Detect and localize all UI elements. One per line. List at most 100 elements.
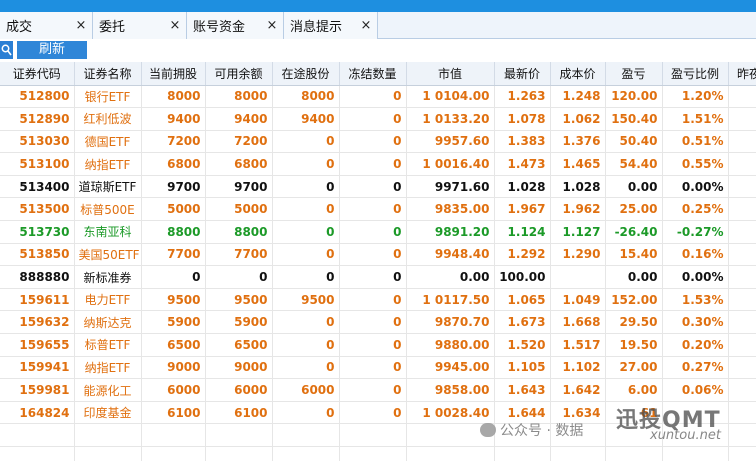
table-row[interactable]: 159655 标普ETF 6500 6500 0 0 9880.00 1.520 1.517 19… <box>0 333 756 357</box>
table-row[interactable]: 164824 印度基金 6100 6100 0 0 1 0028.40 1.644 1.634 6… <box>0 401 756 425</box>
column-header[interactable]: 证券代码 <box>0 62 75 86</box>
security-name-cell: 新标准券 <box>74 265 142 289</box>
prev-cell <box>728 152 756 176</box>
pnl-cell: 25.00 <box>605 197 663 222</box>
search-icon[interactable] <box>0 41 13 59</box>
frozen-cell: 0 <box>339 378 407 402</box>
empty-cell <box>605 423 663 447</box>
table-row[interactable]: 513400 道琼斯ETF 9700 9700 0 0 9971.60 1.028 1.028 0… <box>0 175 756 199</box>
tab-messages[interactable]: 消息提示 × <box>284 12 378 39</box>
pnl-ratio-cell: 0.27% <box>662 356 729 380</box>
column-header[interactable]: 昨夜 <box>728 62 756 86</box>
tab-trades[interactable]: 成交 × <box>0 12 93 39</box>
empty-cell <box>141 446 206 461</box>
tab-orders[interactable]: 委托 × <box>93 12 187 39</box>
table-row[interactable]: 159632 纳斯达克 5900 5900 0 0 9870.70 1.673 1.668 29.… <box>0 310 756 335</box>
available-cell: 5000 <box>205 197 273 222</box>
security-code-cell: 513730 <box>0 220 75 244</box>
table-row[interactable]: 513730 东南亚科 8800 8800 0 0 9891.20 1.124 1.127 -26… <box>0 220 756 244</box>
frozen-cell: 0 <box>339 152 407 176</box>
market-value-cell: 1 0016.40 <box>406 152 495 176</box>
column-header[interactable]: 冻结数量 <box>339 62 407 86</box>
pnl-cell: 54.40 <box>605 152 663 176</box>
close-icon[interactable]: × <box>74 18 88 33</box>
toolbar: 刷新 <box>0 40 756 61</box>
column-header[interactable]: 成本价 <box>550 62 606 86</box>
market-value-cell: 9880.00 <box>406 333 495 357</box>
table-row[interactable]: 513850 美国50ETF 7700 7700 0 0 9948.40 1.292 1.290… <box>0 243 756 267</box>
security-name-cell: 银行ETF <box>74 85 142 109</box>
tab-label: 账号资金 <box>193 20 246 35</box>
table-row[interactable]: 512890 红利低波 9400 9400 9400 0 1 0133.20 1.078 1.0… <box>0 107 756 131</box>
security-code-cell: 159941 <box>0 356 75 380</box>
table-row[interactable]: 513100 纳指ETF 6800 6800 0 0 1 0016.40 1.473 1.465… <box>0 152 756 176</box>
refresh-button[interactable]: 刷新 <box>17 41 87 59</box>
pnl-cell: 6.00 <box>605 378 663 402</box>
available-cell: 7200 <box>205 130 273 154</box>
table-row[interactable]: 513500 标普500E 5000 5000 0 0 9835.00 1.967 1.962 2… <box>0 197 756 222</box>
column-header[interactable]: 市值 <box>406 62 495 86</box>
pnl-cell: 61 <box>605 401 663 425</box>
table-row[interactable]: 159981 能源化工 6000 6000 6000 0 9858.00 1.643 1.642… <box>0 378 756 402</box>
table-row[interactable]: 888880 新标准券 0 0 0 0 0.00 100.00 0.00 0.00% <box>0 265 756 289</box>
in-transit-cell: 9400 <box>272 107 340 131</box>
market-value-cell: 9858.00 <box>406 378 495 402</box>
empty-row <box>0 423 756 447</box>
available-cell: 9700 <box>205 175 273 199</box>
empty-cell <box>339 423 407 447</box>
column-header[interactable]: 最新价 <box>494 62 551 86</box>
column-header[interactable]: 盈亏比例 <box>662 62 729 86</box>
table-row[interactable]: 159941 纳指ETF 9000 9000 0 0 9945.00 1.105 1.102 27… <box>0 356 756 380</box>
close-icon[interactable]: × <box>168 18 182 33</box>
last-price-cell: 1.065 <box>494 288 551 312</box>
holding-cell: 6100 <box>141 401 206 425</box>
frozen-cell: 0 <box>339 85 407 109</box>
in-transit-cell: 0 <box>272 265 340 289</box>
close-icon[interactable]: × <box>359 18 373 33</box>
pnl-ratio-cell: 0.51% <box>662 130 729 154</box>
pnl-ratio-cell: 0.06% <box>662 378 729 402</box>
in-transit-cell: 0 <box>272 220 340 244</box>
security-name-cell: 标普ETF <box>74 333 142 357</box>
security-code-cell: 513100 <box>0 152 75 176</box>
empty-cell <box>550 423 606 447</box>
security-name-cell: 标普500E <box>74 197 142 222</box>
in-transit-cell: 0 <box>272 130 340 154</box>
prev-cell <box>728 356 756 380</box>
frozen-cell: 0 <box>339 107 407 131</box>
available-cell: 9000 <box>205 356 273 380</box>
frozen-cell: 0 <box>339 265 407 289</box>
column-header[interactable]: 当前拥股 <box>141 62 206 86</box>
empty-cell <box>272 446 340 461</box>
market-value-cell: 9971.60 <box>406 175 495 199</box>
table-row[interactable]: 513030 德国ETF 7200 7200 0 0 9957.60 1.383 1.376 50… <box>0 130 756 154</box>
holding-cell: 8800 <box>141 220 206 244</box>
in-transit-cell: 0 <box>272 197 340 222</box>
frozen-cell: 0 <box>339 175 407 199</box>
column-header[interactable]: 证券名称 <box>74 62 142 86</box>
frozen-cell: 0 <box>339 401 407 425</box>
close-icon[interactable]: × <box>265 18 279 33</box>
column-header[interactable]: 盈亏 <box>605 62 663 86</box>
empty-cell <box>0 423 75 447</box>
tab-label: 委托 <box>99 20 126 35</box>
title-bar <box>0 0 756 12</box>
tab-label: 成交 <box>6 20 33 35</box>
cost-price-cell: 1.517 <box>550 333 606 357</box>
market-value-cell: 9835.00 <box>406 197 495 222</box>
last-price-cell: 100.00 <box>494 265 551 289</box>
cost-price-cell: 1.642 <box>550 378 606 402</box>
security-name-cell: 纳斯达克 <box>74 310 142 335</box>
column-header[interactable]: 可用余额 <box>205 62 273 86</box>
table-row[interactable]: 159611 电力ETF 9500 9500 9500 0 1 0117.50 1.065 1.… <box>0 288 756 312</box>
market-value-cell: 9948.40 <box>406 243 495 267</box>
tab-strip: 成交 × 委托 × 账号资金 × 消息提示 × <box>0 12 756 39</box>
pnl-ratio-cell: 0.16% <box>662 243 729 267</box>
table-row[interactable]: 512800 银行ETF 8000 8000 8000 0 1 0104.00 1.263 1.… <box>0 85 756 109</box>
in-transit-cell: 6000 <box>272 378 340 402</box>
security-name-cell: 纳指ETF <box>74 152 142 176</box>
frozen-cell: 0 <box>339 243 407 267</box>
pnl-cell: 27.00 <box>605 356 663 380</box>
tab-account-funds[interactable]: 账号资金 × <box>187 12 284 39</box>
column-header[interactable]: 在途股份 <box>272 62 340 86</box>
